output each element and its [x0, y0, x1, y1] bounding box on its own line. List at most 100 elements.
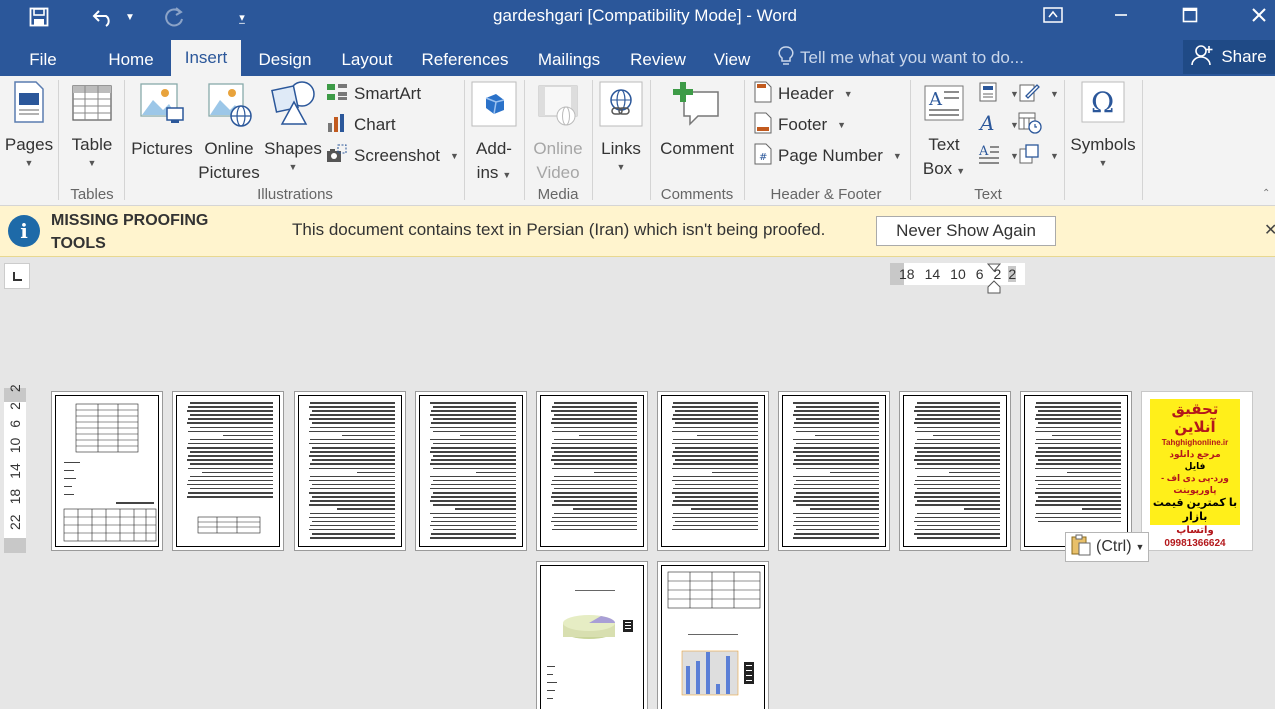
wordart-button[interactable]: A ▼: [978, 111, 1019, 139]
horizontal-ruler[interactable]: 18 14 10 6 2 2: [890, 263, 1026, 294]
share-button[interactable]: Share: [1183, 40, 1275, 74]
page-thumbnail-ad[interactable]: تحقیق آنلاین Tahghighonline.ir مرجع دانل…: [1141, 391, 1253, 551]
text-line: [550, 496, 637, 498]
tab-home[interactable]: Home: [96, 44, 166, 76]
text-line: [1036, 451, 1121, 453]
text-line: [917, 463, 1000, 465]
signature-line-button[interactable]: ▼: [1018, 80, 1059, 108]
text-line: [913, 496, 1000, 498]
minimize-icon[interactable]: [1098, 0, 1144, 30]
text-line: [915, 455, 1000, 457]
text-line: [1038, 483, 1121, 486]
tab-layout[interactable]: Layout: [330, 44, 404, 76]
text-line: [308, 479, 395, 482]
table-button[interactable]: Table ▼: [64, 80, 120, 169]
page-thumbnail[interactable]: [536, 561, 648, 709]
never-show-again-button[interactable]: Never Show Again: [876, 216, 1056, 246]
page-thumbnail[interactable]: [536, 391, 648, 551]
text-line: [593, 471, 637, 474]
text-line: [554, 487, 637, 490]
ribbon-tabs: File Home Insert Design Layout Reference…: [0, 38, 1275, 76]
drop-cap-button[interactable]: A ▼: [978, 142, 1019, 170]
close-icon[interactable]: ✕: [1264, 220, 1275, 240]
paste-options-button[interactable]: (Ctrl) ▼: [1065, 532, 1149, 562]
text-line: [1036, 512, 1121, 515]
symbols-button[interactable]: Ω Symbols ▼: [1066, 80, 1140, 169]
tab-design[interactable]: Design: [248, 44, 322, 76]
page-thumbnail[interactable]: [899, 391, 1011, 551]
text-line: [552, 442, 637, 445]
text-line: [792, 512, 879, 515]
close-icon[interactable]: [1236, 0, 1275, 30]
text-line: [308, 528, 395, 531]
text-line: [552, 418, 637, 420]
page-thumbnail[interactable]: [778, 391, 890, 551]
vertical-ruler[interactable]: 22 18 14 10 6 2 2: [4, 384, 26, 553]
tab-mailings[interactable]: Mailings: [528, 44, 610, 76]
header-button[interactable]: Header ▼: [754, 80, 853, 108]
document-area[interactable]: 18 14 10 6 2 2 22 18 14 10 6 2 2 تحقیق آ…: [0, 258, 1275, 709]
footer-button[interactable]: Footer ▼: [754, 111, 846, 139]
text-line: [433, 528, 516, 531]
page-thumbnail[interactable]: [657, 561, 769, 709]
text-line: [312, 533, 395, 535]
text-line: [675, 459, 758, 461]
text-line: [794, 483, 879, 486]
shapes-button[interactable]: Shapes ▼: [262, 80, 324, 173]
page-number-button[interactable]: # Page Number ▼: [754, 142, 902, 170]
text-line: [552, 492, 637, 494]
collapse-ribbon-icon[interactable]: ⌃: [1262, 188, 1270, 199]
text-line: [673, 500, 758, 502]
text-line: [431, 447, 516, 449]
online-video-button[interactable]: Online Video: [528, 80, 588, 185]
pages-button[interactable]: Pages ▼: [4, 80, 54, 169]
text-line: [341, 434, 395, 437]
online-pictures-button[interactable]: Online Pictures: [196, 80, 262, 185]
comment-button[interactable]: Comment: [654, 80, 740, 161]
pictures-button[interactable]: Pictures: [130, 80, 194, 161]
page-thumbnail[interactable]: [294, 391, 406, 551]
tab-selector[interactable]: [4, 263, 30, 289]
tab-view[interactable]: View: [704, 44, 760, 76]
page-thumbnail[interactable]: [172, 391, 284, 551]
text-line: [573, 508, 637, 510]
smartart-label: SmartArt: [354, 84, 422, 103]
text-box-button[interactable]: A Text Box ▼: [918, 80, 970, 183]
pictures-label: Pictures: [131, 139, 193, 158]
quick-parts-button[interactable]: ▼: [978, 80, 1019, 108]
page-thumbnail[interactable]: [1020, 391, 1132, 551]
page-thumbnail[interactable]: [657, 391, 769, 551]
chart-button[interactable]: Chart: [326, 111, 396, 139]
signature-line-icon: [1018, 81, 1040, 108]
maximize-icon[interactable]: [1167, 0, 1213, 30]
text-line: [1036, 402, 1121, 404]
smartart-button[interactable]: SmartArt: [326, 80, 421, 108]
text-line: [1034, 406, 1121, 408]
text-line: [554, 414, 637, 416]
tell-me-box[interactable]: Tell me what you want to do...: [778, 45, 1024, 71]
tab-insert[interactable]: Insert: [171, 40, 241, 76]
object-button[interactable]: ▼: [1018, 142, 1059, 170]
bar-chart-thumbnail-graphic: [667, 571, 761, 696]
tab-references[interactable]: References: [414, 44, 516, 76]
text-line: [1038, 520, 1121, 523]
screenshot-button[interactable]: Screenshot ▼: [326, 142, 459, 170]
page-thumbnail[interactable]: [415, 391, 527, 551]
text-line: [201, 471, 273, 474]
tab-file[interactable]: File: [18, 44, 68, 76]
tab-review[interactable]: Review: [622, 44, 694, 76]
page-thumbnail[interactable]: [51, 391, 163, 551]
text-line: [1036, 475, 1121, 478]
indent-marker-icon[interactable]: [986, 263, 1002, 298]
text-line: [675, 483, 758, 486]
tell-me-placeholder: Tell me what you want to do...: [800, 48, 1024, 67]
date-time-button[interactable]: [1018, 111, 1042, 139]
links-button[interactable]: Links ▼: [596, 80, 646, 173]
text-line: [915, 516, 1000, 519]
text-line: [794, 533, 879, 535]
addins-button[interactable]: Add- ins ▼: [468, 80, 520, 187]
text-line: [310, 414, 395, 416]
text-line: [792, 500, 879, 502]
ribbon-display-options-icon[interactable]: [1030, 0, 1076, 30]
text-line: [673, 487, 758, 490]
